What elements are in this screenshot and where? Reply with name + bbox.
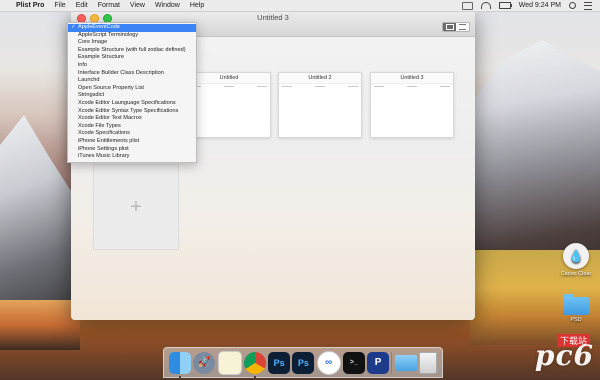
plus-icon: + [130,195,142,218]
template-menu-item-label: Core Image [78,39,108,46]
menu-file[interactable]: File [54,2,65,9]
list-view-button[interactable] [456,23,469,31]
template-menu-item-label: Open Source Property List [78,84,144,91]
menu-format[interactable]: Format [98,2,120,9]
template-menu-item[interactable]: Stringsdict [68,92,196,100]
template-menu-item-label: Stringsdict [78,92,105,99]
watermark-logo: pc6 [534,339,594,372]
notification-center-icon[interactable] [584,1,592,10]
desktop-icon-label: Cacoo Clear [560,271,592,277]
document-title: Untitled 2 [279,73,361,84]
template-menu-item-label: Xcode Specifications [78,130,130,137]
droplet-icon: 💧 [563,243,589,269]
desktop-icon-psd[interactable]: PSD [556,294,596,323]
display-icon[interactable] [461,1,473,10]
template-menu-item[interactable]: Xcode Editor Launguage Specifications [68,100,196,108]
document-title: Untitled 3 [371,73,453,84]
grid-view-button[interactable] [443,23,456,31]
template-menu-item[interactable]: Launchd [68,77,196,85]
template-menu-item-label: Xcode Editor Text Macros [78,115,142,122]
template-menu-item[interactable]: Xcode File Types [68,123,196,131]
battery-icon[interactable] [498,2,512,9]
document-thumbnail[interactable]: Untitled 2 [278,72,362,138]
menu-help[interactable]: Help [190,2,204,9]
wifi-icon[interactable] [480,2,491,9]
template-menu-item[interactable]: Interface Builder Class Description [68,70,196,78]
template-menu-item[interactable]: ✓ AppleEventCode [68,24,196,32]
menu-window[interactable]: Window [155,2,180,9]
template-menu-item[interactable]: Xcode Editor Text Macros [68,115,196,123]
notes-icon[interactable] [217,350,242,375]
menu-bar: Plist Pro File Edit Format View Window H… [0,0,600,12]
menu-bar-status: Wed 9:24 PM [461,1,600,10]
template-menu-item[interactable]: Xcode Editor Syntax Type Specifications [68,108,196,116]
template-menu-item[interactable]: iPhone Entitlements plist [68,138,196,146]
clock[interactable]: Wed 9:24 PM [519,2,561,9]
template-menu-item[interactable]: info [68,62,196,70]
list-icon [459,24,466,30]
photoshop-alt-icon[interactable]: Ps [292,351,315,374]
template-menu-item[interactable]: Example Structure [68,54,196,62]
folder-icon [563,294,589,315]
spotlight-search-icon[interactable] [569,2,576,9]
template-menu-item[interactable]: AppleScript Terminology [68,32,196,40]
grid-icon [445,24,454,30]
menu-view[interactable]: View [130,2,145,9]
template-menu-item-label: iTunes Music Library [78,153,130,160]
template-menu-item-label: Example Structure (with full zodiac defi… [78,46,186,53]
plist-pro-icon[interactable]: P [367,351,390,374]
template-menu-item-label: Xcode Editor Launguage Specifications [78,99,176,106]
finder-icon[interactable] [169,351,192,378]
checkmark-icon: ✓ [71,24,76,30]
template-menu-item[interactable]: iTunes Music Library [68,153,196,161]
template-menu-item[interactable]: Example Structure (with full zodiac defi… [68,47,196,55]
dock-separator [391,351,393,374]
new-document-button[interactable]: + [93,164,179,250]
menu-edit[interactable]: Edit [76,2,88,9]
template-menu-item-label: Xcode Editor Syntax Type Specifications [78,107,179,114]
template-dropdown-menu: ✓ AppleEventCode AppleScript Terminology … [67,22,197,163]
template-menu-item-label: Interface Builder Class Description [78,69,164,76]
menu-app-name[interactable]: Plist Pro [16,2,44,9]
template-menu-item-label: info [78,61,88,68]
template-menu-item[interactable]: Xcode Specifications [68,130,196,138]
template-menu-item[interactable]: iPhone Settings plist [68,146,196,154]
dock: 🚀 Ps Ps ∞ >_ P [163,347,443,378]
trash-icon[interactable] [418,351,437,374]
template-menu-item-label: Xcode File Types [78,122,121,129]
template-menu-item-label: iPhone Entitlements plist [78,137,140,144]
window-title: Untitled 3 [257,13,289,22]
downloads-folder-icon[interactable] [394,354,417,371]
template-menu-item-label: iPhone Settings plist [78,145,129,152]
template-menu-item-label: Launchd [78,77,100,84]
view-mode-toggle [442,22,470,32]
baidu-netdisk-icon[interactable]: ∞ [316,350,341,375]
launchpad-icon[interactable]: 🚀 [193,351,216,374]
template-menu-item-label: AppleScript Terminology [78,31,139,38]
document-title: Untitled [188,73,270,84]
template-menu-item-label: Example Structure [78,54,125,61]
document-thumbnail[interactable]: Untitled 3 [370,72,454,138]
document-thumbnail[interactable]: Untitled [187,72,271,138]
desktop-icon-cacoo[interactable]: 💧 Cacoo Clear [556,243,596,277]
terminal-icon[interactable]: >_ [342,351,365,374]
template-menu-item[interactable]: Open Source Property List [68,85,196,93]
wallpaper-lake-left [0,300,80,350]
photoshop-icon[interactable]: Ps [268,351,291,374]
template-menu-item-label: AppleEventCode [78,24,120,30]
chrome-icon[interactable] [243,351,266,378]
desktop-icon-label: PSD [570,317,582,323]
template-menu-item[interactable]: Core Image [68,39,196,47]
